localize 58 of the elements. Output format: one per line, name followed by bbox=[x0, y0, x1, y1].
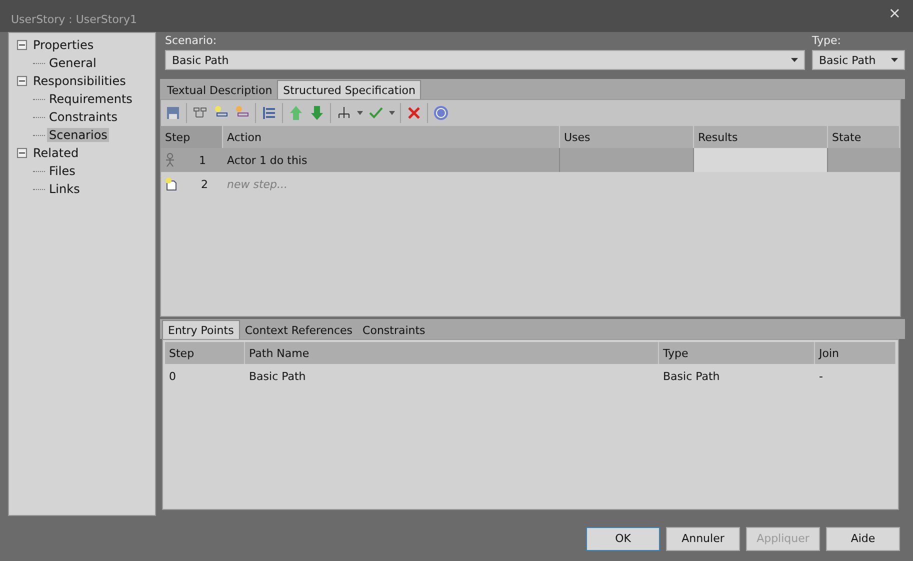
tree-item[interactable]: Properties bbox=[31, 38, 96, 52]
column-header[interactable]: State bbox=[828, 126, 900, 148]
uses-cell[interactable] bbox=[560, 148, 694, 172]
step-cell: 2 bbox=[161, 172, 223, 196]
tree-item[interactable]: Scenarios bbox=[47, 128, 110, 142]
column-header[interactable]: Join bbox=[815, 342, 896, 364]
field-label: Scenario: bbox=[165, 34, 218, 49]
table-cell-text: Basic Path bbox=[662, 368, 721, 384]
action-cell[interactable]: Actor 1 do this bbox=[223, 148, 560, 172]
type-dropdown[interactable]: Basic Path bbox=[812, 50, 905, 70]
state-cell[interactable] bbox=[828, 148, 900, 172]
tree-icon[interactable] bbox=[336, 105, 352, 121]
column-header[interactable]: Results bbox=[694, 126, 828, 148]
save-icon[interactable] bbox=[165, 105, 181, 121]
window-title: UserStory : UserStory1 bbox=[11, 12, 137, 26]
collapse-icon[interactable] bbox=[17, 76, 27, 86]
tree-item[interactable]: Related bbox=[31, 146, 81, 160]
column-header[interactable]: Type bbox=[659, 342, 815, 364]
tab[interactable]: Structured Specification bbox=[277, 80, 422, 99]
dialog-button[interactable]: OK bbox=[586, 526, 660, 550]
dialog-button[interactable]: Aide bbox=[826, 526, 900, 550]
caret-icon[interactable] bbox=[389, 111, 395, 115]
tree-item[interactable]: Files bbox=[47, 164, 78, 178]
collapse-icon[interactable] bbox=[17, 148, 27, 158]
dialog-button[interactable]: Annuler bbox=[666, 526, 740, 550]
tab[interactable]: Context References bbox=[240, 322, 358, 339]
outline-icon[interactable] bbox=[261, 105, 277, 121]
check-icon[interactable] bbox=[368, 105, 384, 121]
tree-item[interactable]: General bbox=[47, 56, 98, 70]
column-header[interactable]: Path Name bbox=[245, 342, 659, 364]
close-button[interactable]: × bbox=[888, 4, 901, 22]
scenario-dropdown[interactable]: Basic Path bbox=[165, 50, 805, 70]
tree-item[interactable]: Responsibilities bbox=[31, 74, 128, 88]
tab[interactable]: Entry Points bbox=[162, 320, 240, 339]
step-cell: 1 bbox=[161, 148, 223, 172]
tab[interactable]: Constraints bbox=[358, 322, 430, 339]
caret-icon bbox=[791, 58, 798, 62]
tree-item[interactable]: Constraints bbox=[47, 110, 120, 124]
column-header[interactable]: Step bbox=[165, 342, 245, 364]
tree-item[interactable]: Requirements bbox=[47, 92, 134, 106]
caret-icon[interactable] bbox=[357, 111, 363, 115]
caret-icon bbox=[891, 58, 898, 62]
delete-icon[interactable] bbox=[406, 105, 422, 121]
tab[interactable]: Textual Description bbox=[162, 82, 278, 99]
collapse-icon[interactable] bbox=[17, 40, 27, 50]
help-icon[interactable] bbox=[433, 105, 449, 121]
tree-item[interactable]: Links bbox=[47, 182, 82, 196]
actor-icon bbox=[165, 153, 175, 167]
column-header[interactable]: Step bbox=[161, 126, 223, 148]
column-header[interactable]: Action bbox=[223, 126, 560, 148]
results-cell[interactable] bbox=[694, 148, 828, 172]
table-cell-text: Basic Path bbox=[248, 368, 307, 384]
table-cell-text: - bbox=[818, 368, 824, 384]
new-item-icon bbox=[165, 177, 177, 191]
column-header[interactable]: Uses bbox=[560, 126, 694, 148]
table-cell-text: 0 bbox=[168, 368, 177, 384]
down-arrow-icon[interactable] bbox=[309, 105, 325, 121]
field-label: Type: bbox=[812, 34, 842, 49]
